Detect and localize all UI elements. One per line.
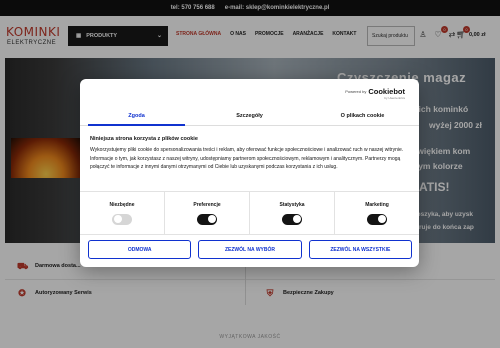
cookie-tabs: Zgoda Szczegóły O plikach cookie [80, 106, 419, 126]
cookiebot-logo[interactable]: Powered by Cookiebot [345, 87, 405, 96]
deny-button[interactable]: ODMOWA [88, 240, 192, 259]
cookiebot-brand: Cookiebot [368, 87, 405, 96]
toggle-marketing: Marketing [335, 192, 419, 234]
toggle-statistics: Statystyka [250, 192, 335, 234]
toggle-preferences: Preferencje [165, 192, 250, 234]
marketing-switch[interactable] [367, 213, 387, 225]
allow-all-button[interactable]: ZEZWÓL NA WSZYSTKIE [308, 240, 412, 259]
tab-about-cookies[interactable]: O plikach cookie [306, 106, 419, 125]
tab-consent[interactable]: Zgoda [80, 106, 193, 126]
necessary-switch [112, 213, 132, 225]
toggle-label: Preferencje [193, 201, 221, 208]
consent-toggles: Niezbędne Preferencje Statystyka Marketi… [80, 191, 419, 235]
toggle-label: Statystyka [279, 201, 305, 208]
statistics-switch[interactable] [282, 213, 302, 225]
cookiebot-subbrand: by Usercentrics [384, 96, 405, 100]
cookie-description: Wykorzystujemy pliki cookie do spersonal… [90, 147, 404, 171]
tab-details[interactable]: Szczegóły [193, 106, 306, 125]
cookie-consent-dialog: Powered by Cookiebot by Usercentrics Zgo… [80, 79, 419, 267]
powered-by-label: Powered by [345, 89, 367, 94]
cookie-title: Niniejsza strona korzysta z plików cooki… [90, 136, 198, 142]
allow-selection-button[interactable]: ZEZWÓL NA WYBÓR [198, 240, 302, 259]
toggle-label: Marketing [365, 201, 389, 208]
consent-buttons: ODMOWA ZEZWÓL NA WYBÓR ZEZWÓL NA WSZYSTK… [88, 240, 412, 259]
preferences-switch[interactable] [197, 213, 217, 225]
toggle-necessary: Niezbędne [80, 192, 165, 234]
toggle-label: Niezbędne [109, 201, 135, 208]
